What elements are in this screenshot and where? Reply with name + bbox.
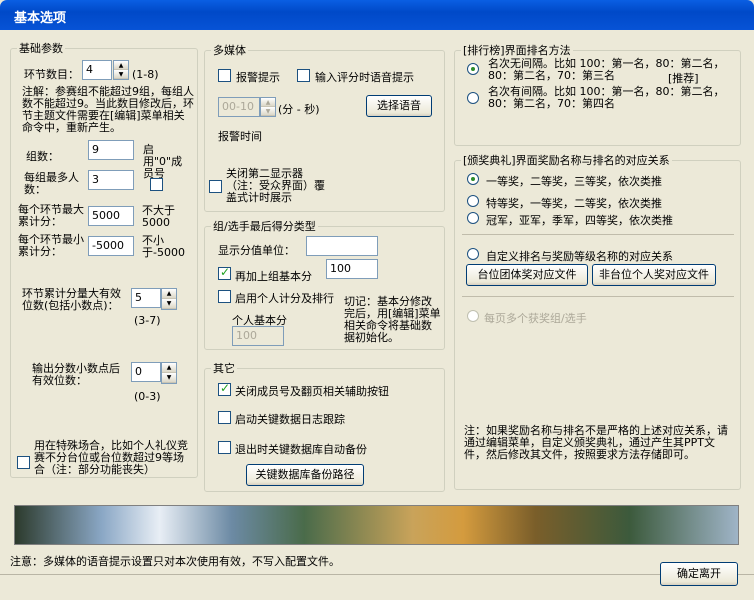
- enable-zero-label: 启用"0"成员号: [143, 143, 183, 180]
- alarm-time-label: 报警时间: [218, 130, 262, 143]
- ranking-legend: [排行榜]界面排名方法: [463, 44, 571, 57]
- alarm-time-spinner[interactable]: ▲ ▼: [260, 97, 276, 117]
- min-score-hint: 不小于-5000: [142, 234, 185, 259]
- add-group-base-checkbox[interactable]: [218, 265, 231, 280]
- awards-divider-2: [462, 296, 734, 297]
- award-option2-radio[interactable]: [467, 195, 479, 207]
- auto-backup-checkbox[interactable]: [218, 441, 231, 454]
- award-option2-label: 特等奖，一等奖，二等奖，依次类推: [486, 197, 662, 210]
- close-member-buttons-checkbox[interactable]: [218, 381, 231, 396]
- digits-range: (3-7): [134, 314, 161, 327]
- alarm-prompt-checkbox[interactable]: [218, 69, 231, 82]
- footer-notice: 注意：多媒体的语音提示设置只对本次使用有效，不写入配置文件。: [10, 555, 340, 568]
- title-bar: 基本选项: [0, 0, 754, 30]
- decimal-label: 输出分数小数点后有效位数：: [32, 362, 120, 387]
- award-option3-radio[interactable]: [467, 212, 479, 224]
- decimal-range: (0-3): [134, 390, 161, 403]
- ranking-recommended: [推荐]: [668, 72, 699, 85]
- awards-divider: [462, 234, 734, 235]
- min-score-input[interactable]: -5000: [88, 236, 134, 256]
- add-group-base-label: 再加上组基本分: [235, 270, 312, 283]
- score-type-legend: 组/选手最后得分类型: [213, 220, 316, 233]
- team-file-button[interactable]: 台位团体奖对应文件: [466, 264, 588, 286]
- select-voice-button[interactable]: 选择语音: [366, 95, 432, 117]
- multimedia-legend: 多媒体: [213, 44, 246, 57]
- group-base-input[interactable]: 100: [326, 259, 378, 279]
- members-input[interactable]: 3: [88, 170, 134, 190]
- section-count-label: 环节数目：: [24, 68, 79, 81]
- award-option3-label: 冠军，亚军，季军，四等奖，依次类推: [486, 214, 673, 227]
- close-second-display-label: 关闭第二显示器（注：受众界面）覆盖式计时展示: [226, 167, 325, 204]
- window-title: 基本选项: [14, 11, 67, 26]
- basic-params-legend: 基础参数: [19, 42, 63, 55]
- section-count-range: (1-8): [132, 68, 159, 81]
- unit-input[interactable]: [306, 236, 378, 256]
- enable-log-checkbox[interactable]: [218, 411, 231, 424]
- special-occasion-label: 用在特殊场合，比如个人礼仪竞赛不分台位或台位数超过9等场合（注：部分功能丧失）: [34, 439, 188, 476]
- ranking-option1-radio[interactable]: [467, 63, 479, 75]
- ok-button[interactable]: 确定离开: [660, 562, 738, 586]
- individual-file-button[interactable]: 非台位个人奖对应文件: [592, 264, 716, 286]
- ranking-option2-radio[interactable]: [467, 92, 479, 104]
- enable-individual-label: 启用个人计分及排行: [235, 292, 334, 305]
- multi-per-page-label: 每页多个获奖组/选手: [484, 312, 587, 325]
- section-note: 注解：参赛组不能超过9组，每组人数不能超过9。当此数目修改后，环节主题文件需要在…: [22, 85, 194, 134]
- voice-prompt-checkbox[interactable]: [297, 69, 310, 82]
- award-custom-label: 自定义排名与奖励等级名称的对应关系: [486, 250, 673, 263]
- awards-note: 注：如果奖励名称与排名不是严格的上述对应关系，请通过编辑菜单，自定义颁奖典礼，通…: [464, 424, 728, 461]
- decimal-input[interactable]: 0: [131, 362, 161, 382]
- other-legend: 其它: [213, 362, 235, 375]
- group-count-input[interactable]: 9: [88, 140, 134, 160]
- close-second-display-checkbox[interactable]: [209, 180, 222, 193]
- close-member-buttons-label: 关闭成员号及翻页相关辅助按钮: [235, 385, 389, 398]
- individual-base-input[interactable]: 100: [232, 326, 284, 346]
- ranking-option2-label: 名次有间隔。比如 100：第一名，80：第二名，80：第二名，70：第四名: [488, 85, 725, 110]
- min-score-label: 每个环节最小累计分：: [18, 233, 84, 258]
- section-count-input[interactable]: 4: [82, 60, 112, 80]
- enable-individual-checkbox[interactable]: [218, 290, 231, 303]
- award-custom-radio[interactable]: [467, 248, 479, 260]
- enable-zero-checkbox[interactable]: [150, 178, 163, 191]
- enable-log-label: 启动关键数据日志跟踪: [235, 413, 345, 426]
- alarm-prompt-label: 报警提示: [236, 71, 280, 84]
- award-option1-label: 一等奖，二等奖，三等奖，依次类推: [486, 175, 662, 188]
- digits-spinner[interactable]: ▲ ▼: [161, 288, 177, 310]
- time-unit-label: (分 - 秒): [278, 103, 320, 116]
- multi-per-page-radio[interactable]: [467, 310, 479, 322]
- unit-label: 显示分值单位：: [218, 244, 295, 257]
- awards-legend: [颁奖典礼]界面奖励名称与排名的对应关系: [463, 154, 670, 167]
- alarm-time-input[interactable]: 00-10: [218, 97, 260, 117]
- award-option1-radio[interactable]: [467, 173, 479, 185]
- decimal-spinner[interactable]: ▲ ▼: [161, 362, 177, 384]
- backup-path-button[interactable]: 关键数据库备份路径: [246, 464, 364, 486]
- footer-divider: [0, 574, 754, 575]
- decorative-banner-image: [14, 505, 739, 545]
- special-occasion-checkbox[interactable]: [17, 456, 30, 469]
- score-type-warning: 切记：基本分修改完后，用[编辑]菜单相关命令将基础数据初始化。: [344, 295, 441, 344]
- auto-backup-label: 退出时关键数据库自动备份: [235, 443, 367, 456]
- digits-label: 环节累计分量大有效位数(包括小数点)：: [22, 287, 121, 312]
- voice-prompt-label: 输入评分时语音提示: [315, 71, 414, 84]
- section-count-spinner[interactable]: ▲ ▼: [113, 60, 129, 80]
- members-label: 每组最多人数：: [24, 171, 79, 196]
- max-score-label: 每个环节最大累计分：: [18, 203, 84, 228]
- max-score-input[interactable]: 5000: [88, 206, 134, 226]
- digits-input[interactable]: 5: [131, 288, 161, 308]
- max-score-hint: 不大于5000: [142, 204, 175, 229]
- group-count-label: 组数：: [26, 150, 59, 163]
